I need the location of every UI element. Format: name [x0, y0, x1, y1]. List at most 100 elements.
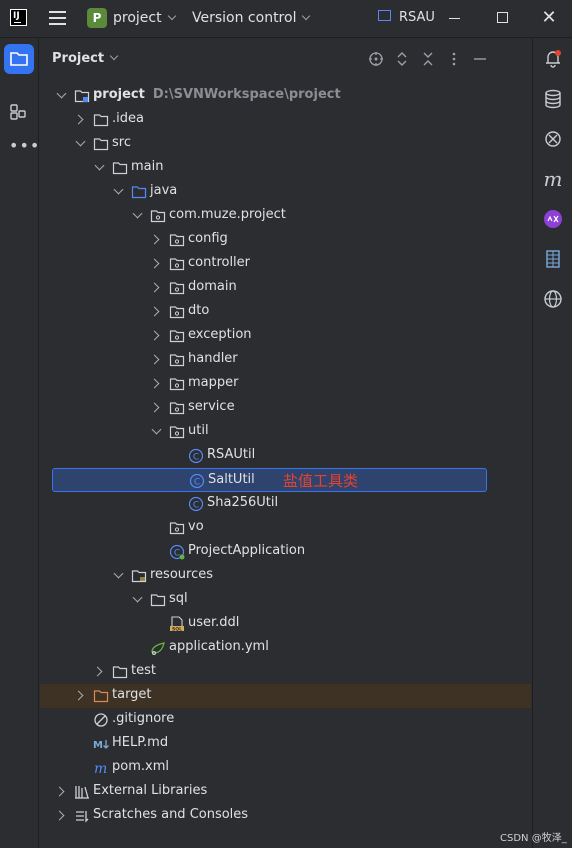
more-icon[interactable]: ••• [9, 136, 40, 155]
panel-title-label: Project [52, 51, 105, 66]
run-config-tab[interactable]: RSAU [378, 10, 435, 25]
project-badge[interactable]: P [87, 8, 107, 28]
folder-icon [93, 136, 109, 152]
expand-all-icon[interactable] [394, 51, 410, 67]
tree-row[interactable]: .idea [40, 108, 531, 132]
tree-row[interactable]: sql [40, 588, 531, 612]
ai-assistant-icon[interactable] [543, 129, 563, 149]
chevron-right-icon[interactable] [92, 666, 103, 677]
chevron-right-icon[interactable] [149, 354, 160, 365]
chevron-right-icon[interactable] [149, 306, 160, 317]
tree-item-label: main [131, 159, 164, 174]
main-menu-icon[interactable] [49, 11, 66, 25]
chevron-right-icon[interactable] [149, 402, 160, 413]
tree-row[interactable]: util [40, 420, 531, 444]
tree-row[interactable]: resources [40, 564, 531, 588]
project-selector[interactable]: project [113, 10, 176, 26]
package-icon [169, 304, 185, 320]
chevron-down-icon[interactable] [94, 160, 105, 171]
tree-row[interactable]: test [40, 660, 531, 684]
chevron-down-icon[interactable] [75, 136, 86, 147]
chevron-right-icon[interactable] [149, 282, 160, 293]
version-control-menu[interactable]: Version control [192, 10, 311, 26]
chevron-down-icon[interactable] [132, 208, 143, 219]
close-button[interactable]: ✕ [534, 6, 564, 30]
sql-file-icon: SQL [169, 616, 185, 632]
tree-row[interactable]: com.muze.project [40, 204, 531, 228]
tree-row[interactable]: exception [40, 324, 531, 348]
minimize-button[interactable] [440, 6, 470, 30]
hide-panel-icon[interactable] [472, 51, 488, 67]
package-icon [169, 424, 185, 440]
tree-row[interactable]: SQL user.ddl [40, 612, 531, 636]
tree-row[interactable]: C ProjectApplication [40, 540, 531, 564]
tree-row[interactable]: service [40, 396, 531, 420]
options-icon[interactable] [446, 51, 462, 67]
tree-row[interactable]: src [40, 132, 531, 156]
chevron-down-icon[interactable] [132, 592, 143, 603]
tree-row[interactable]: dto [40, 300, 531, 324]
tree-row[interactable]: External Libraries [40, 780, 531, 804]
sequence-icon[interactable] [543, 249, 563, 269]
tree-item-label: src [112, 135, 131, 150]
tree-row[interactable]: C RSAUtil [40, 444, 531, 468]
tree-row[interactable]: target [40, 684, 531, 708]
class-icon: C [188, 448, 204, 464]
tree-row[interactable]: main [40, 156, 531, 180]
tree-item-label: com.muze.project [169, 207, 286, 222]
tree-item-label: .idea [112, 111, 144, 126]
tree-row[interactable]: project D:\SVNWorkspace\project [40, 84, 531, 108]
tree-row[interactable]: M HELP.md [40, 732, 531, 756]
notifications-icon[interactable] [543, 49, 563, 69]
chevron-down-icon[interactable] [56, 88, 67, 99]
chevron-right-icon[interactable] [54, 810, 65, 821]
tree-row[interactable]: config [40, 228, 531, 252]
tree-row[interactable]: mapper [40, 372, 531, 396]
chevron-down-icon[interactable] [113, 568, 124, 579]
tree-item-label: service [188, 399, 235, 414]
tree-row[interactable]: controller [40, 252, 531, 276]
svg-text:SQL: SQL [172, 626, 182, 632]
ai-icon[interactable] [543, 209, 563, 229]
chevron-right-icon[interactable] [54, 786, 65, 797]
tree-row[interactable]: C SaltUtil [52, 468, 487, 492]
tree-row[interactable]: domain [40, 276, 531, 300]
tree-row[interactable]: m pom.xml [40, 756, 531, 780]
chevron-right-icon[interactable] [73, 114, 84, 125]
chevron-right-icon[interactable] [149, 234, 160, 245]
tree-row[interactable]: java [40, 180, 531, 204]
chevron-down-icon[interactable] [113, 184, 124, 195]
maximize-button[interactable] [487, 6, 517, 30]
structure-icon[interactable] [9, 102, 29, 126]
tree-row[interactable]: vo [40, 516, 531, 540]
tree-row[interactable]: application.yml [40, 636, 531, 660]
web-icon[interactable] [543, 289, 563, 309]
chevron-down-icon[interactable] [151, 424, 162, 435]
folder-icon [112, 160, 128, 176]
locate-icon[interactable] [368, 51, 384, 67]
project-tool-button[interactable] [4, 44, 34, 74]
package-icon [169, 400, 185, 416]
run-config-label: RSAU [399, 10, 435, 25]
chevron-down-icon [167, 11, 176, 21]
folder-icon [150, 592, 166, 608]
project-path: D:\SVNWorkspace\project [152, 87, 341, 102]
tree-item-label: user.ddl [188, 615, 240, 630]
collapse-all-icon[interactable] [420, 51, 436, 67]
maven-icon[interactable]: m [543, 169, 563, 189]
chevron-right-icon[interactable] [149, 258, 160, 269]
database-icon[interactable] [543, 89, 563, 109]
tree-row[interactable]: handler [40, 348, 531, 372]
intellij-logo-icon[interactable]: IJ [10, 9, 27, 26]
libraries-icon [74, 784, 90, 800]
tree-row[interactable]: Scratches and Consoles [40, 804, 531, 828]
tree-item-label: resources [150, 567, 214, 582]
markdown-file-icon: M [93, 736, 109, 752]
chevron-right-icon[interactable] [73, 690, 84, 701]
tree-row[interactable]: .gitignore [40, 708, 531, 732]
chevron-right-icon[interactable] [149, 330, 160, 341]
chevron-right-icon[interactable] [149, 378, 160, 389]
panel-title[interactable]: Project [52, 51, 119, 66]
tree-row[interactable]: C Sha256Util [40, 492, 531, 516]
title-bar: IJ P project Version control RSAU ✕ [0, 0, 572, 38]
